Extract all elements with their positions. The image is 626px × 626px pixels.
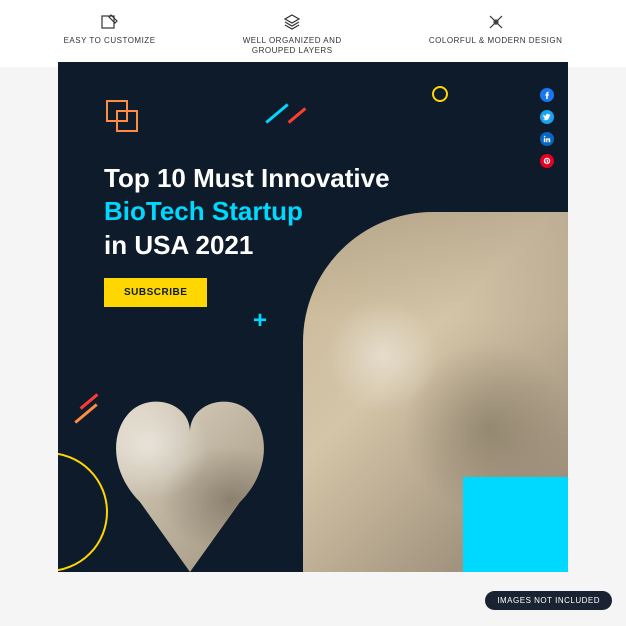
feature-row: EASY TO CUSTOMIZE WELL ORGANIZED AND GRO… — [0, 0, 626, 67]
pencil-square-icon — [100, 12, 120, 32]
decoration-plus: + — [253, 307, 267, 335]
facebook-icon[interactable] — [540, 88, 554, 102]
feature-customize: EASY TO CUSTOMIZE — [64, 12, 156, 55]
feature-label: COLORFUL & MODERN DESIGN — [429, 36, 563, 46]
subscribe-button[interactable]: SUBSCRIBE — [104, 278, 207, 307]
headline-line1: Top 10 Must Innovative — [104, 162, 390, 195]
social-icons — [540, 88, 554, 168]
decoration-line — [288, 107, 307, 123]
office-image-heart — [90, 392, 290, 572]
decoration-circle — [432, 86, 448, 102]
feature-layers: WELL ORGANIZED AND GROUPED LAYERS — [243, 12, 342, 55]
layers-icon — [282, 12, 302, 32]
feature-design: COLORFUL & MODERN DESIGN — [429, 12, 563, 55]
disclaimer-badge: IMAGES NOT INCLUDED — [485, 591, 612, 610]
decoration-cyan-block — [463, 477, 568, 572]
pinterest-icon[interactable] — [540, 154, 554, 168]
feature-label: WELL ORGANIZED AND GROUPED LAYERS — [243, 36, 342, 55]
linkedin-icon[interactable] — [540, 132, 554, 146]
decoration-line — [265, 103, 288, 123]
ruler-pencil-icon — [486, 12, 506, 32]
feature-label: EASY TO CUSTOMIZE — [64, 36, 156, 46]
promo-card: + Top 10 Must Innovative BioTech Startup… — [58, 62, 568, 572]
twitter-icon[interactable] — [540, 110, 554, 124]
